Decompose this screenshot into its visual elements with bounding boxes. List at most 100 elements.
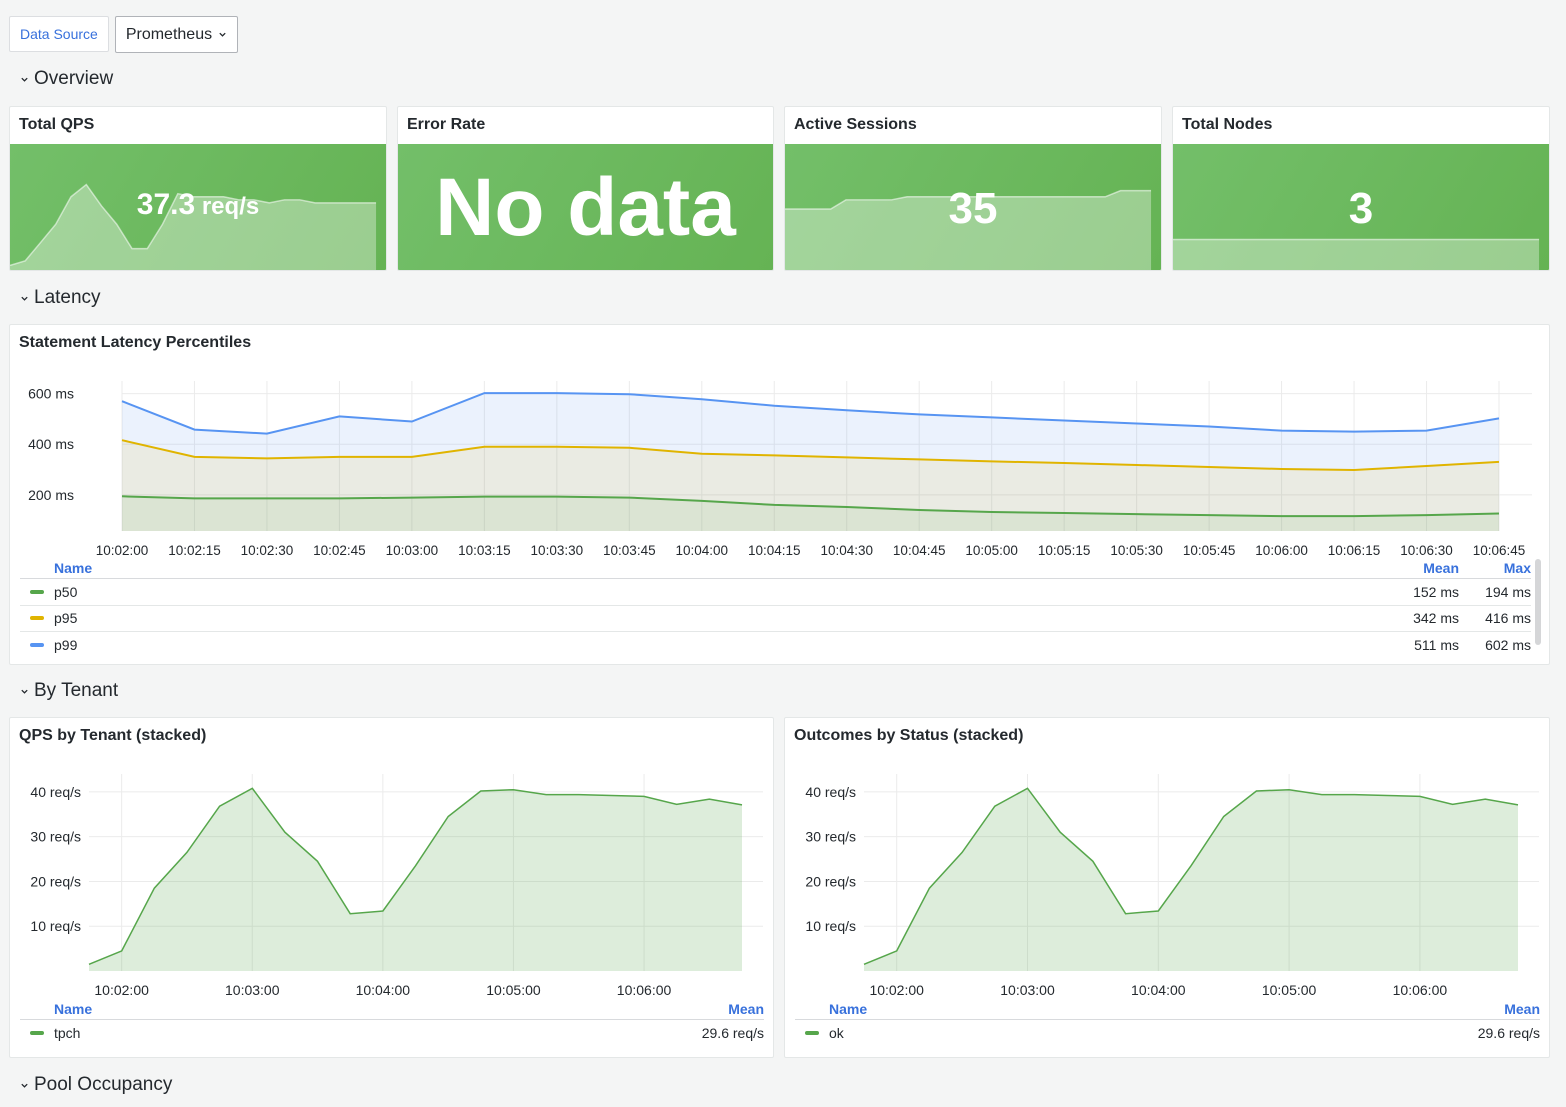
stat-body: 35 (785, 144, 1161, 270)
x-tick-label: 10:04:00 (676, 543, 729, 558)
y-tick-label: 30 req/s (30, 829, 81, 845)
stat-body: 37.3 req/s (10, 144, 386, 270)
x-tick-label: 10:06:30 (1400, 543, 1453, 558)
row-by-tenant[interactable]: By Tenant (20, 680, 118, 702)
panel-qps-by-tenant[interactable]: QPS by Tenant (stacked) 10:02:00 10:03:00… (9, 717, 774, 1058)
series-area-tpch (89, 788, 742, 971)
legend-scrollbar[interactable] (1535, 559, 1541, 645)
chevron-down-icon (219, 32, 226, 37)
x-tick-label: 10:04:45 (893, 543, 946, 558)
legend-name-header[interactable]: Name (795, 1001, 1430, 1017)
x-tick-label: 10:06:00 (1255, 543, 1308, 558)
y-tick-label: 20 req/s (30, 873, 81, 889)
x-tick-label: 10:02:45 (313, 543, 366, 558)
legend-row[interactable]: tpch 29.6 req/s (20, 1020, 764, 1047)
chevron-down-icon (21, 296, 28, 301)
legend-mean-header[interactable]: Mean (654, 1001, 764, 1017)
datasource-select[interactable]: Prometheus (114, 16, 239, 53)
series-name: p99 (54, 637, 78, 654)
x-tick-label: 10:03:45 (603, 543, 656, 558)
legend-row[interactable]: p99 511 ms 602 ms (20, 632, 1531, 659)
y-tick-label: 600 ms (28, 386, 74, 402)
legend-row[interactable]: p95 342 ms 416 ms (20, 606, 1531, 632)
series-max: 194 ms (1485, 583, 1531, 600)
y-tick-label: 10 req/s (30, 918, 81, 934)
row-title: Pool Occupancy (34, 1074, 173, 1095)
x-tick-label: 10:04:00 (356, 982, 411, 998)
series-name: ok (829, 1025, 844, 1042)
x-tick-label: 10:05:45 (1183, 543, 1236, 558)
panel-title: Error Rate (407, 116, 486, 133)
row-pool-occupancy[interactable]: Pool Occupancy (20, 1074, 172, 1096)
row-latency[interactable]: Latency (20, 287, 101, 309)
series-swatch (30, 616, 44, 621)
row-title: By Tenant (34, 680, 119, 701)
x-tick-label: 10:06:00 (1393, 982, 1448, 998)
x-tick-label: 10:02:15 (168, 543, 221, 558)
series-max: 602 ms (1485, 637, 1531, 654)
sparkline-area (1173, 239, 1540, 270)
latency-chart: 10:02:00 10:02:15 10:02:30 10:02:45 10:03:00… (28, 381, 1532, 558)
x-tick-label: 10:03:00 (1000, 982, 1055, 998)
series-mean: 29.6 req/s (701, 1025, 764, 1042)
stat-unit: req/s (195, 193, 260, 220)
legend-header: Name Mean Max (20, 557, 1531, 579)
x-tick-label: 10:06:45 (1473, 543, 1526, 558)
x-tick-label: 10:03:30 (531, 543, 584, 558)
panel-latency-percentiles[interactable]: Statement Latency Percentiles 10:02:00 10… (9, 324, 1550, 665)
stat-panel-total-nodes[interactable]: Total Nodes 3 (1172, 106, 1550, 271)
series-mean: 511 ms (1414, 637, 1459, 654)
series-mean: 152 ms (1413, 583, 1459, 600)
series-area-ok (864, 788, 1518, 971)
legend-header: Name Mean (795, 998, 1540, 1020)
stat-panel-error-rate[interactable]: Error Rate No data (397, 106, 774, 271)
series-swatch (805, 1031, 819, 1036)
legend-mean-header[interactable]: Mean (1387, 560, 1459, 576)
x-tick-label: 10:05:00 (486, 982, 541, 998)
stat-panel-active-sessions[interactable]: Active Sessions 35 (784, 106, 1162, 271)
legend-mean-header[interactable]: Mean (1430, 1001, 1540, 1017)
x-tick-label: 10:05:00 (1262, 982, 1317, 998)
x-tick-label: 10:03:15 (458, 543, 511, 558)
stat-value: 37.3 req/s (10, 188, 386, 222)
stat-body: 3 (1173, 144, 1549, 270)
chevron-down-icon (21, 1083, 28, 1088)
legend-header: Name Mean (20, 998, 764, 1020)
datasource-value: Prometheus (125, 25, 213, 43)
y-tick-label: 400 ms (28, 436, 74, 452)
x-tick-label: 10:02:30 (241, 543, 294, 558)
outcomes-by-status-chart: 10:02:00 10:03:00 10:04:00 10:05:00 10:06:00… (805, 774, 1539, 998)
series-swatch (30, 1031, 44, 1036)
y-tick-label: 40 req/s (805, 784, 856, 800)
y-tick-label: 10 req/s (805, 918, 856, 934)
toolbar: Data Source Prometheus (9, 16, 239, 53)
legend-max-header[interactable]: Max (1459, 560, 1531, 576)
panel-title: Total QPS (19, 116, 95, 133)
y-tick-label: 20 req/s (805, 873, 856, 889)
x-tick-label: 10:05:15 (1038, 543, 1091, 558)
row-overview[interactable]: Overview (20, 68, 113, 90)
legend-name-header[interactable]: Name (20, 560, 1387, 576)
panel-title: Active Sessions (794, 116, 917, 133)
tenant-legend: Name Mean tpch 29.6 req/s (20, 998, 764, 1047)
x-tick-label: 10:06:15 (1328, 543, 1381, 558)
stat-panel-total-qps[interactable]: Total QPS 37.3 req/s (9, 106, 387, 271)
chevron-down-icon (21, 77, 28, 82)
x-tick-label: 10:05:30 (1110, 543, 1163, 558)
series-swatch (30, 589, 44, 594)
legend-name-header[interactable]: Name (20, 1001, 654, 1017)
qps-by-tenant-chart: 10:02:00 10:03:00 10:04:00 10:05:00 10:06:00… (30, 774, 763, 998)
panel-outcomes-by-status[interactable]: Outcomes by Status (stacked) 10:02:00 10:… (784, 717, 1550, 1058)
stat-no-data: No data (435, 162, 736, 253)
series-name: tpch (54, 1025, 81, 1042)
row-title: Overview (34, 68, 114, 89)
stat-body: No data (398, 144, 773, 270)
x-tick-label: 10:06:00 (617, 982, 672, 998)
series-mean: 342 ms (1413, 610, 1459, 627)
x-tick-label: 10:02:00 (96, 543, 149, 558)
y-tick-label: 30 req/s (805, 829, 856, 845)
legend-row[interactable]: ok 29.6 req/s (795, 1020, 1540, 1047)
x-tick-label: 10:02:00 (869, 982, 924, 998)
legend-row[interactable]: p50 152 ms 194 ms (20, 579, 1531, 606)
x-tick-label: 10:03:00 (386, 543, 439, 558)
